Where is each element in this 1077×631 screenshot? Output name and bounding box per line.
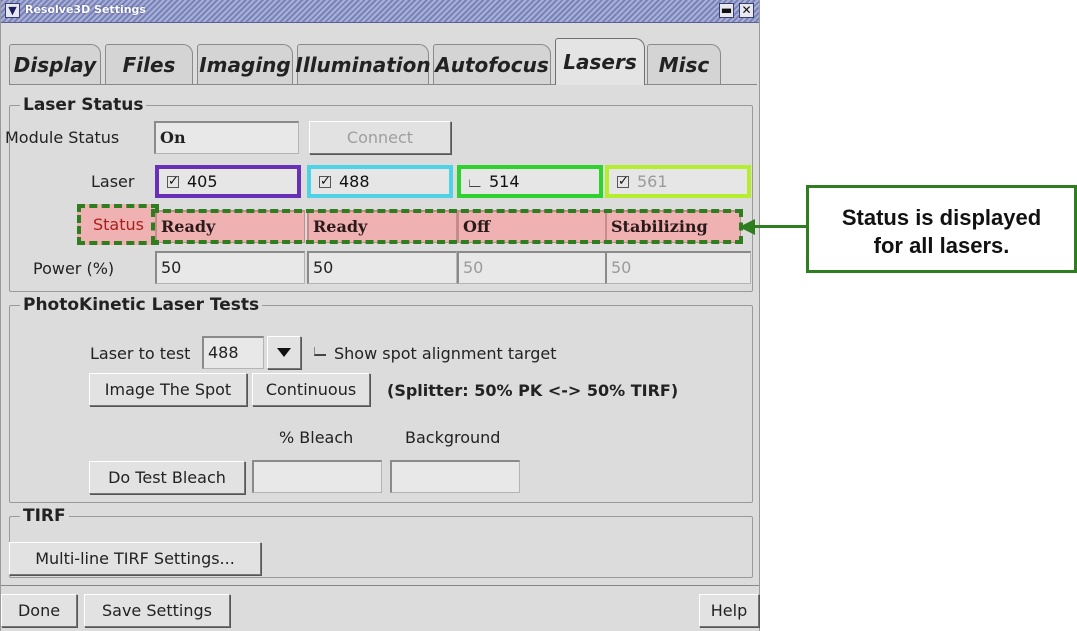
- minimize-icon[interactable]: ▬: [719, 3, 734, 18]
- laser-405-checkbox[interactable]: ✓ 405: [155, 165, 301, 198]
- chevron-down-icon[interactable]: ▼: [5, 3, 20, 18]
- title-bar: ▼ Resolve3D Settings ▬ ✕: [1, 0, 759, 23]
- save-settings-button[interactable]: Save Settings: [84, 594, 230, 627]
- laser-label: Laser: [91, 172, 135, 191]
- laser-561-checkbox[interactable]: ✓ 561: [605, 165, 751, 198]
- checkbox-checked-icon: ✓: [167, 173, 179, 189]
- bleach-header: % Bleach: [279, 428, 354, 447]
- tirf-title: TIRF: [20, 506, 69, 526]
- checkbox-unchecked-icon[interactable]: [314, 347, 326, 356]
- footer-divider: [1, 585, 759, 586]
- tab-display[interactable]: Display: [9, 44, 101, 84]
- status-label: Status: [93, 215, 144, 234]
- done-button[interactable]: Done: [1, 594, 77, 627]
- status-field-405: Ready: [155, 210, 305, 243]
- callout-arrow-icon: [739, 219, 755, 235]
- checkbox-checked-icon: ✓: [617, 173, 629, 189]
- callout-box: Status is displayed for all lasers.: [806, 185, 1077, 273]
- tab-imaging[interactable]: Imaging: [197, 44, 293, 84]
- background-header: Background: [405, 428, 501, 447]
- continuous-button[interactable]: Continuous: [252, 373, 370, 406]
- image-the-spot-button[interactable]: Image The Spot: [89, 373, 247, 406]
- power-field-405[interactable]: 50: [155, 251, 305, 284]
- power-label: Power (%): [33, 259, 115, 278]
- show-spot-label: Show spot alignment target: [334, 344, 557, 363]
- connect-button[interactable]: Connect: [309, 121, 451, 154]
- module-status-label: Module Status: [5, 128, 120, 147]
- callout-line-2: for all lasers.: [873, 233, 1010, 258]
- tab-misc[interactable]: Misc: [647, 44, 721, 84]
- laser-514-checkbox[interactable]: 514: [457, 165, 603, 198]
- bleach-field[interactable]: [252, 460, 382, 493]
- photokinetic-title: PhotoKinetic Laser Tests: [20, 295, 263, 315]
- module-status-field: On: [154, 121, 299, 154]
- laser-to-test-label: Laser to test: [90, 344, 191, 363]
- power-field-514[interactable]: 50: [457, 251, 607, 284]
- laser-488-checkbox[interactable]: ✓ 488: [307, 165, 453, 198]
- splitter-text: (Splitter: 50% PK <-> 50% TIRF): [387, 381, 679, 400]
- tab-lasers[interactable]: Lasers: [555, 38, 645, 85]
- status-field-514: Off: [457, 210, 607, 243]
- checkbox-unchecked-icon: [469, 179, 481, 187]
- status-field-561: Stabilizing: [605, 210, 741, 243]
- settings-window: ▼ Resolve3D Settings ▬ ✕ Display Files I…: [0, 0, 760, 631]
- laser-status-title: Laser Status: [20, 95, 147, 115]
- laser-to-test-select[interactable]: 488: [202, 336, 264, 369]
- power-field-488[interactable]: 50: [307, 251, 457, 284]
- window-title: Resolve3D Settings: [25, 3, 146, 16]
- status-field-488: Ready: [307, 210, 457, 243]
- checkbox-checked-icon: ✓: [319, 173, 331, 189]
- close-icon[interactable]: ✕: [739, 3, 754, 18]
- tab-illumination[interactable]: Illumination: [295, 44, 431, 84]
- callout-line-1: Status is displayed: [841, 205, 1042, 230]
- tab-files[interactable]: Files: [105, 44, 193, 84]
- power-field-561[interactable]: 50: [605, 251, 751, 284]
- multi-line-tirf-button[interactable]: Multi-line TIRF Settings...: [9, 542, 261, 575]
- dropdown-arrow-icon[interactable]: [267, 336, 301, 369]
- laser-405-label: 405: [187, 172, 218, 191]
- background-field[interactable]: [390, 460, 520, 493]
- do-test-bleach-button[interactable]: Do Test Bleach: [89, 461, 245, 494]
- laser-561-label: 561: [637, 172, 668, 191]
- laser-488-label: 488: [339, 172, 370, 191]
- callout-arrow-line: [752, 225, 808, 228]
- laser-514-label: 514: [489, 172, 520, 191]
- tab-autofocus[interactable]: Autofocus: [433, 44, 551, 84]
- help-button[interactable]: Help: [699, 594, 759, 627]
